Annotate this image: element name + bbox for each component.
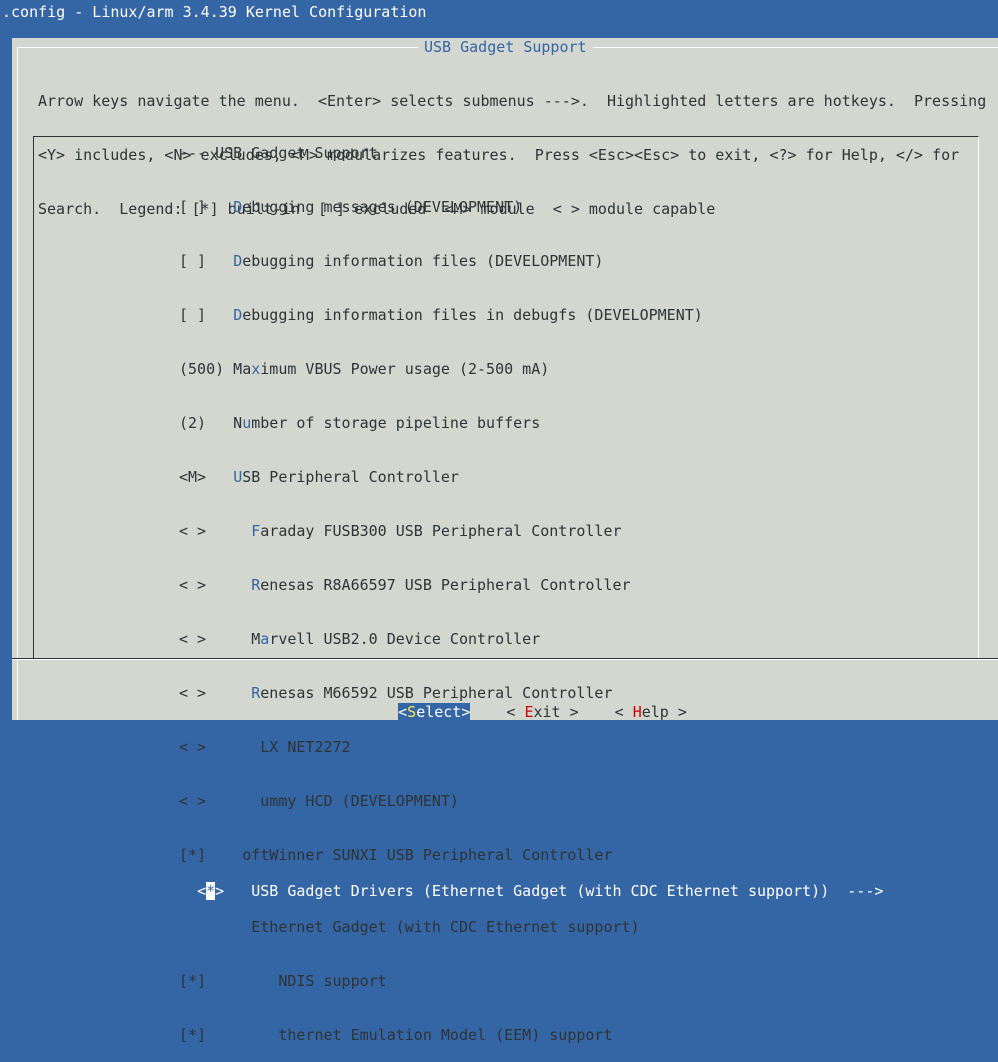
menu-item-dummy-hcd[interactable]: < > Dummy HCD (DEVELOPMENT)	[179, 792, 883, 810]
menu-item-label: araday FUSB300 USB Peripheral Controller	[260, 522, 622, 540]
dialog-title: USB Gadget Support	[418, 38, 593, 56]
menu-item-debugging-files[interactable]: [ ] Debugging information files (DEVELOP…	[179, 252, 883, 270]
menu-item-label: oftWinner SUNXI USB Peripheral Controlle…	[242, 846, 613, 864]
menu-item-prefix: < > M	[179, 630, 261, 648]
menu-item-marvell-usb2[interactable]: < > Marvell USB2.0 Device Controller	[179, 630, 883, 648]
menu-item-label: thernet Emulation Model (EEM) support	[278, 1026, 613, 1044]
menu-item-max-vbus-power[interactable]: (500) Maximum VBUS Power usage (2-500 mA…	[179, 360, 883, 378]
menu-item-prefix: [ ]	[179, 252, 234, 270]
menu-item-label: Ethernet Gadget (with CDC Ethernet suppo…	[251, 918, 640, 936]
menu-item-hotkey: D	[251, 792, 261, 810]
menu-item-renesas-m66592[interactable]: < > Renesas M66592 USB Peripheral Contro…	[179, 684, 883, 702]
menu-item-usb-gadget-drivers[interactable]: <*> USB Gadget Drivers (Ethernet Gadget …	[197, 882, 884, 900]
menu-item-label: ebugging information files (DEVELOPMENT)	[242, 252, 604, 270]
menu-item-debugging-messages[interactable]: [ ] Debugging messages (DEVELOPMENT)	[179, 198, 883, 216]
menu-item-prefix: < >	[179, 792, 252, 810]
menu-item-prefix: [*]	[179, 846, 234, 864]
menu-item-hotkey: D	[233, 252, 243, 270]
menu-item-prefix: <	[197, 882, 207, 900]
menu-item-label: USB Gadget Drivers (Ethernet Gadget (wit…	[251, 882, 884, 900]
menu-item-label: SB Peripheral Controller	[242, 468, 459, 486]
menu-item-hotkey: U	[233, 468, 243, 486]
menu-item-prefix: [*]	[179, 1026, 270, 1044]
menu-item-hotkey: P	[251, 738, 261, 756]
menu-item-hotkey: S	[233, 846, 243, 864]
menu-item-hotkey: F	[251, 522, 261, 540]
menu-item-prefix: < >	[179, 738, 252, 756]
menu-item-hotkey: x	[251, 360, 261, 378]
menu-item-label: NDIS support	[278, 972, 387, 990]
menu-item-label: ebugging messages (DEVELOPMENT)	[242, 198, 523, 216]
menu-item-label: LX NET2272	[260, 738, 351, 756]
menu-item-prefix	[179, 918, 251, 936]
menu-item-rndis-support[interactable]: [*] RNDIS support	[179, 972, 883, 990]
menu-item-prefix: [ ]	[179, 198, 234, 216]
menu-item-prefix: (2) N	[179, 414, 243, 432]
menu-item-prefix: ---	[179, 144, 216, 162]
menu-item-label: enesas M66592 USB Peripheral Controller	[260, 684, 613, 702]
menu-item-prefix-end: >	[215, 882, 252, 900]
menu-item-storage-buffers[interactable]: (2) Number of storage pipeline buffers	[179, 414, 883, 432]
menu-item-prefix: < >	[179, 684, 252, 702]
menu-item-label: USB Gadget Support	[215, 144, 378, 162]
menu-item-hotkey: R	[251, 684, 261, 702]
menu-item-hotkey: D	[233, 306, 243, 324]
menu-item-debugging-debugfs[interactable]: [ ] Debugging information files in debug…	[179, 306, 883, 324]
menu-item-hotkey: u	[242, 414, 252, 432]
menu-item-prefix: < >	[179, 576, 252, 594]
menu-item-prefix: (500) Ma	[179, 360, 252, 378]
menu-item-faraday-fusb300[interactable]: < > Faraday FUSB300 USB Peripheral Contr…	[179, 522, 883, 540]
menu-list: --- USB Gadget Support [ ] Debugging mes…	[179, 108, 884, 1062]
screen-background	[0, 24, 12, 720]
menu-item-label: mber of storage pipeline buffers	[251, 414, 541, 432]
menu-item-prefix: <M>	[179, 468, 234, 486]
menu-item-prefix: < >	[179, 522, 252, 540]
menu-item-usb-peripheral-controller[interactable]: <M> USB Peripheral Controller	[179, 468, 883, 486]
menu-item-prefix: [*]	[179, 972, 270, 990]
menu-item-label: rvell USB2.0 Device Controller	[269, 630, 541, 648]
cursor-marker: *	[206, 882, 216, 900]
menu-item-hotkey: a	[260, 630, 270, 648]
menu-item-label: enesas R8A66597 USB Peripheral Controlle…	[260, 576, 631, 594]
menu-item-softwinner-sunxi[interactable]: [*] SoftWinner SUNXI USB Peripheral Cont…	[179, 846, 883, 864]
menu-item-plx-net2272[interactable]: < > PLX NET2272	[179, 738, 883, 756]
menu-item-usb-gadget-support[interactable]: --- USB Gadget Support	[179, 144, 883, 162]
menu-item-hotkey: R	[269, 972, 279, 990]
menu-item-hotkey: D	[233, 198, 243, 216]
menu-item-label: imum VBUS Power usage (2-500 mA)	[260, 360, 550, 378]
menu-item-renesas-r8a66597[interactable]: < > Renesas R8A66597 USB Peripheral Cont…	[179, 576, 883, 594]
menu-item-label: ummy HCD (DEVELOPMENT)	[260, 792, 459, 810]
menu-item-eem-support[interactable]: [*] Ethernet Emulation Model (EEM) suppo…	[179, 1026, 883, 1044]
window-title: .config - Linux/arm 3.4.39 Kernel Config…	[0, 0, 998, 24]
menu-item-hotkey: R	[251, 576, 261, 594]
menu-item-ethernet-gadget[interactable]: Ethernet Gadget (with CDC Ethernet suppo…	[179, 918, 883, 936]
menu-item-label: ebugging information files in debugfs (D…	[242, 306, 703, 324]
menu-item-prefix: [ ]	[179, 306, 234, 324]
menu-item-hotkey: E	[269, 1026, 279, 1044]
